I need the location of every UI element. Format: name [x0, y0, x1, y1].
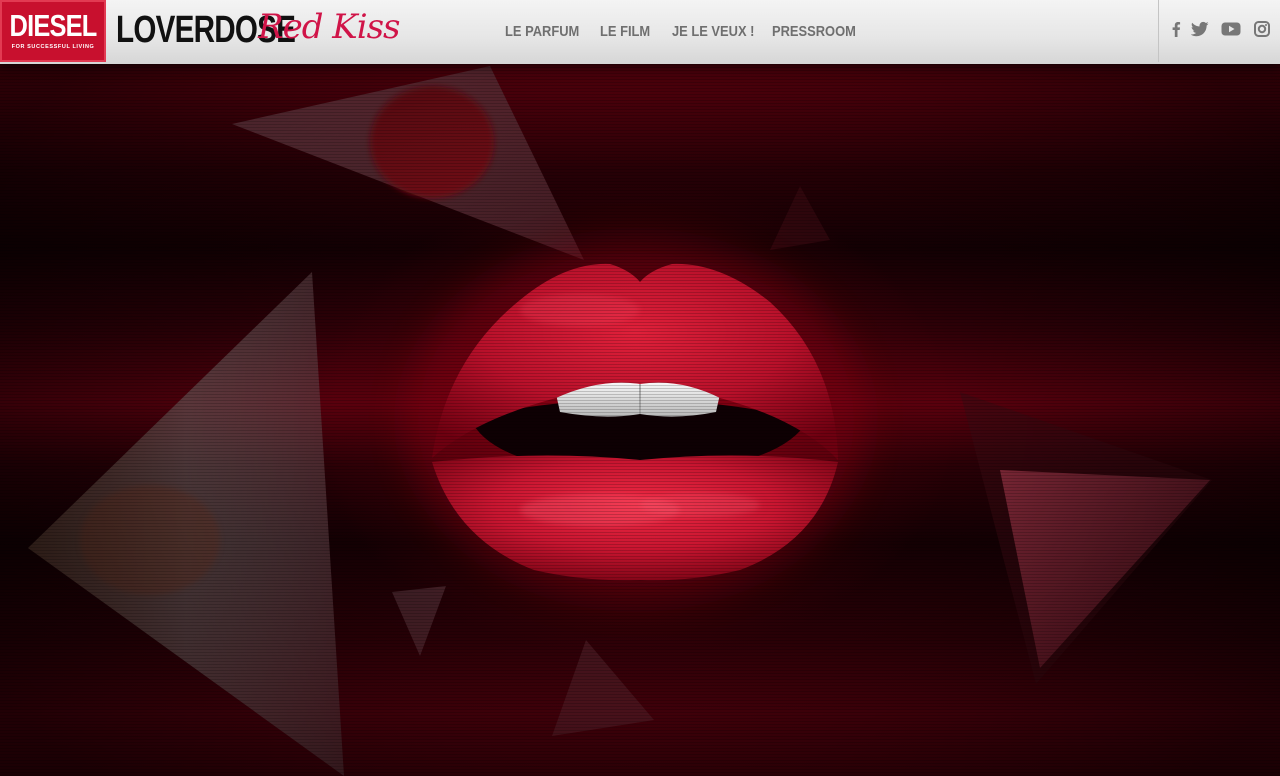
diesel-logo-tagline: FOR SUCCESSFUL LIVING [11, 44, 95, 50]
triangle-shard-left [28, 272, 344, 776]
twitter-icon[interactable] [1191, 21, 1209, 37]
facebook-icon[interactable] [1171, 21, 1181, 37]
product-script-logo: Red Kiss [258, 7, 400, 47]
instagram-icon[interactable] [1254, 21, 1270, 37]
nav-item-pressroom[interactable]: PRESSROOM [772, 24, 856, 39]
diesel-logo[interactable]: DIESEL FOR SUCCESSFUL LIVING [0, 0, 106, 62]
nav-item-le-parfum[interactable]: LE PARFUM [505, 24, 579, 39]
hero-artwork [28, 66, 1212, 776]
lips-image [406, 240, 866, 600]
diesel-logo-text: DIESEL [9, 8, 98, 43]
top-navigation-bar: DIESEL FOR SUCCESSFUL LIVING LOVERDOSE R… [0, 0, 1280, 64]
youtube-icon[interactable] [1221, 21, 1241, 37]
nav-item-je-le-veux[interactable]: JE LE VEUX ! [672, 24, 754, 39]
triangle-shard-right [960, 392, 1212, 684]
hero-background [0, 0, 1280, 776]
triangle-shard-top [232, 66, 584, 260]
social-links [1158, 0, 1280, 62]
nav-item-le-film[interactable]: LE FILM [600, 24, 650, 39]
